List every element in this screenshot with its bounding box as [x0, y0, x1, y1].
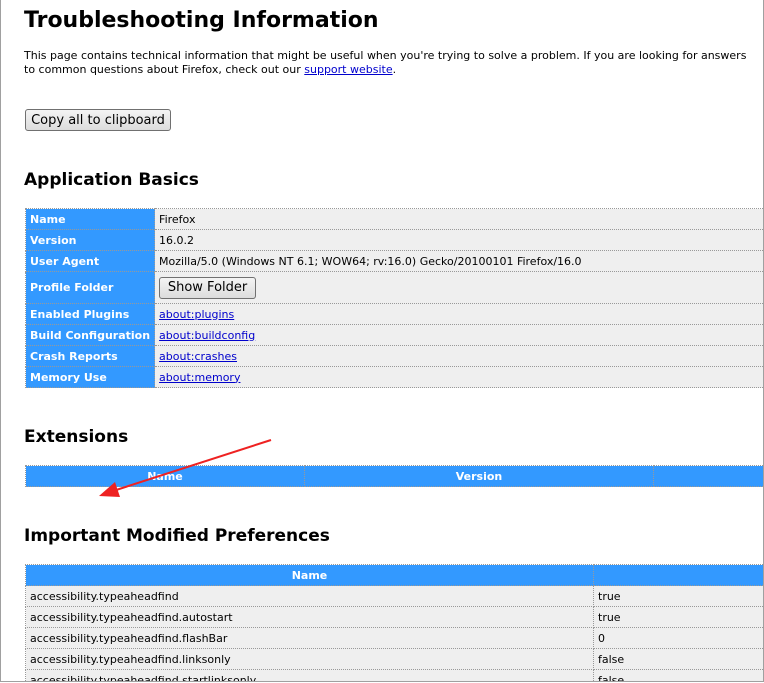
pref-name: accessibility.typeaheadfind.flashBar	[25, 627, 594, 649]
row-value: about:memory	[154, 366, 763, 388]
table-header-row: Name Version	[25, 465, 763, 487]
pref-name: accessibility.typeaheadfind.autostart	[25, 606, 594, 628]
table-header-row: Name	[25, 564, 763, 586]
table-row: Version 16.0.2	[24, 229, 763, 251]
row-label: Name	[24, 208, 156, 230]
table-row: Memory Use about:memory	[24, 366, 763, 388]
pref-value: true	[593, 606, 763, 628]
table-row: accessibility.typeaheadfind.flashBar 0	[25, 627, 763, 649]
column-header-name[interactable]: Name	[25, 564, 594, 586]
support-website-link[interactable]: support website	[304, 63, 392, 76]
important-modified-preferences-heading: Important Modified Preferences	[24, 526, 330, 546]
row-value: Show Folder	[154, 271, 763, 304]
pref-value: false	[593, 648, 763, 670]
show-folder-button[interactable]: Show Folder	[159, 276, 257, 299]
intro-end: .	[392, 63, 397, 76]
pref-name: accessibility.typeaheadfind.startlinkson…	[25, 669, 594, 681]
column-header-version[interactable]: Version	[304, 465, 654, 487]
row-label: Build Configuration	[24, 324, 156, 346]
extensions-heading: Extensions	[24, 427, 129, 447]
row-value: Firefox	[154, 208, 763, 230]
row-value: about:buildconfig	[154, 324, 763, 346]
application-basics-table: Name Firefox Version 16.0.2 User Agent Mozi…	[24, 208, 763, 388]
row-value: about:crashes	[154, 345, 763, 367]
column-header-name[interactable]: Name	[25, 465, 305, 487]
table-row: accessibility.typeaheadfind.startlinkson…	[25, 669, 763, 681]
extensions-table: Name Version	[25, 465, 763, 487]
table-row: Name Firefox	[24, 208, 763, 230]
about-plugins-link[interactable]: about:plugins	[159, 308, 234, 321]
column-header-value	[593, 564, 763, 586]
table-row: Profile Folder Show Folder	[24, 271, 763, 304]
preferences-table: Name accessibility.typeaheadfind true acc…	[25, 564, 763, 681]
table-row: Crash Reports about:crashes	[24, 345, 763, 367]
pref-value: 0	[593, 627, 763, 649]
table-row: accessibility.typeaheadfind.autostart tru…	[25, 606, 763, 628]
pref-value: true	[593, 585, 763, 607]
table-row: accessibility.typeaheadfind true	[25, 585, 763, 607]
page-frame: Troubleshooting Information This page co…	[0, 0, 764, 682]
pref-name: accessibility.typeaheadfind.linksonly	[25, 648, 594, 670]
application-basics-heading: Application Basics	[24, 170, 199, 190]
table-row: Enabled Plugins about:plugins	[24, 303, 763, 325]
row-value: 16.0.2	[154, 229, 763, 251]
about-memory-link[interactable]: about:memory	[159, 371, 240, 384]
pref-name: accessibility.typeaheadfind	[25, 585, 594, 607]
intro-text: This page contains technical information…	[24, 49, 759, 77]
row-label: Crash Reports	[24, 345, 156, 367]
table-row: accessibility.typeaheadfind.linksonly fal…	[25, 648, 763, 670]
row-value: Mozilla/5.0 (Windows NT 6.1; WOW64; rv:1…	[154, 250, 763, 272]
row-label: Memory Use	[24, 366, 156, 388]
row-value: about:plugins	[154, 303, 763, 325]
pref-value: false	[593, 669, 763, 681]
table-row: User Agent Mozilla/5.0 (Windows NT 6.1; W…	[24, 250, 763, 272]
page-title: Troubleshooting Information	[24, 8, 379, 33]
row-label: User Agent	[24, 250, 156, 272]
row-label: Enabled Plugins	[24, 303, 156, 325]
row-label: Profile Folder	[24, 271, 156, 304]
row-label: Version	[24, 229, 156, 251]
column-header-extra	[653, 465, 763, 487]
copy-all-to-clipboard-button[interactable]: Copy all to clipboard	[25, 109, 171, 131]
about-buildconfig-link[interactable]: about:buildconfig	[159, 329, 255, 342]
about-crashes-link[interactable]: about:crashes	[159, 350, 237, 363]
table-row: Build Configuration about:buildconfig	[24, 324, 763, 346]
